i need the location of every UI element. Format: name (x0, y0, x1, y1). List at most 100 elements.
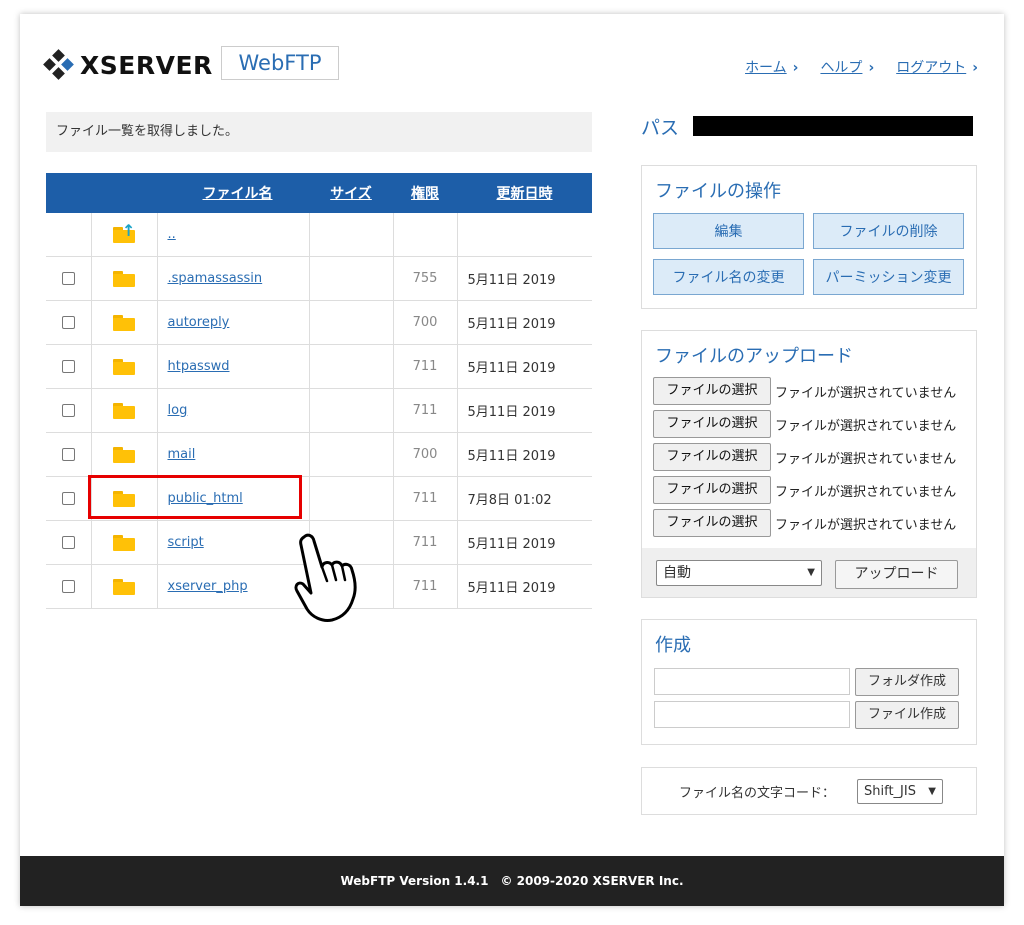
chevron-right-icon: › (868, 60, 875, 76)
logo-text: XSERVER (80, 50, 213, 80)
table-row: mail 700 5月11日 2019 (46, 432, 592, 477)
row-checkbox[interactable] (61, 448, 75, 461)
file-date: 7月8日 01:02 (457, 476, 592, 521)
choose-file-button[interactable]: ファイルの選択 (653, 410, 771, 438)
file-date: 5月11日 2019 (457, 256, 592, 301)
file-date: 5月11日 2019 (457, 564, 592, 609)
filename-encoding-select[interactable]: Shift_JIS ▼ (857, 779, 943, 804)
file-permission: 700 (393, 300, 458, 345)
nav-home[interactable]: ホーム › (745, 57, 798, 77)
create-panel: 作成 フォルダ作成 ファイル作成 (641, 619, 977, 745)
choose-file-button[interactable]: ファイルの選択 (653, 476, 771, 504)
filename-encoding-value: Shift_JIS (864, 784, 916, 799)
file-size (309, 344, 394, 389)
row-checkbox[interactable] (61, 536, 75, 549)
folder-icon (113, 402, 135, 419)
file-input-status: ファイルが選択されていません (775, 385, 957, 401)
file-name-link[interactable]: script (168, 535, 204, 550)
folder-icon (113, 314, 135, 331)
file-permission: 700 (393, 432, 458, 477)
rename-file-button[interactable]: ファイル名の変更 (653, 259, 804, 295)
choose-file-button[interactable]: ファイルの選択 (653, 443, 771, 471)
nav-logout-link[interactable]: ログアウト (896, 60, 966, 76)
row-checkbox[interactable] (61, 580, 75, 593)
path-label: パス (641, 117, 680, 139)
nav-logout[interactable]: ログアウト › (896, 57, 978, 77)
file-date: 5月11日 2019 (457, 432, 592, 477)
table-row: autoreply 700 5月11日 2019 (46, 300, 592, 345)
path-value-redacted (693, 116, 973, 136)
delete-file-button[interactable]: ファイルの削除 (813, 213, 964, 249)
nav-home-link[interactable]: ホーム (745, 60, 787, 76)
file-permission: 711 (393, 564, 458, 609)
status-message: ファイル一覧を取得しました。 (46, 112, 592, 152)
folder-icon (113, 270, 135, 287)
nav-help[interactable]: ヘルプ › (820, 57, 874, 77)
folder-icon (113, 358, 135, 375)
file-permission: 711 (393, 388, 458, 433)
file-date: 5月11日 2019 (457, 520, 592, 565)
file-input-status: ファイルが選択されていません (775, 451, 957, 467)
folder-icon (113, 446, 135, 463)
row-checkbox[interactable] (61, 272, 75, 285)
change-permission-button[interactable]: パーミッション変更 (813, 259, 964, 295)
table-row: .spamassassin 755 5月11日 2019 (46, 256, 592, 301)
sort-by-date[interactable]: 更新日時 (457, 173, 592, 213)
public-html-highlight-box (88, 475, 302, 519)
encoding-selected-value: 自動 (663, 565, 691, 581)
file-name-link[interactable]: mail (168, 447, 196, 462)
parent-folder-icon: ↑ (113, 222, 135, 243)
sort-by-name[interactable]: ファイル名 (157, 173, 309, 213)
header-checkbox-col (46, 173, 91, 213)
file-name-link[interactable]: htpasswd (168, 359, 230, 374)
row-checkbox[interactable] (61, 360, 75, 373)
xserver-logo[interactable]: XSERVER (43, 49, 213, 80)
file-input-status: ファイルが選択されていません (775, 517, 957, 533)
file-date: 5月11日 2019 (457, 300, 592, 345)
table-row: log 711 5月11日 2019 (46, 388, 592, 433)
file-size (309, 256, 394, 301)
row-checkbox[interactable] (61, 316, 75, 329)
folder-name-input[interactable] (654, 668, 850, 695)
file-name-input[interactable] (654, 701, 850, 728)
encoding-select[interactable]: 自動 ▼ (656, 560, 822, 586)
folder-icon (113, 578, 135, 595)
create-folder-button[interactable]: フォルダ作成 (855, 668, 959, 696)
file-input-status: ファイルが選択されていません (775, 418, 957, 434)
pointing-hand-icon (294, 533, 357, 622)
xserver-diamond-logo-icon (43, 49, 74, 80)
file-input-4: ファイルの選択 ファイルが選択されていません (653, 476, 956, 504)
sort-by-permission[interactable]: 権限 (393, 173, 457, 213)
upload-button[interactable]: アップロード (835, 560, 958, 589)
file-permission: 711 (393, 344, 458, 389)
choose-file-button[interactable]: ファイルの選択 (653, 377, 771, 405)
row-checkbox[interactable] (61, 404, 75, 417)
parent-directory-link[interactable]: .. (168, 227, 176, 242)
file-size (309, 300, 394, 345)
nav-help-link[interactable]: ヘルプ (820, 60, 862, 76)
table-row: htpasswd 711 5月11日 2019 (46, 344, 592, 389)
edit-button[interactable]: 編集 (653, 213, 804, 249)
file-name-link[interactable]: log (168, 403, 188, 418)
file-operations-title: ファイルの操作 (655, 181, 781, 202)
file-input-1: ファイルの選択 ファイルが選択されていません (653, 377, 956, 405)
create-file-button[interactable]: ファイル作成 (855, 701, 959, 729)
chevron-right-icon: › (972, 60, 978, 76)
sort-by-size[interactable]: サイズ (309, 173, 393, 213)
file-size (309, 432, 394, 477)
file-name-link[interactable]: .spamassassin (168, 271, 263, 286)
file-input-status: ファイルが選択されていません (775, 484, 957, 500)
page-footer: WebFTP Version 1.4.1 © 2009-2020 XSERVER… (20, 856, 1004, 906)
chevron-right-icon: › (792, 60, 799, 76)
upload-footer: 自動 ▼ アップロード (642, 548, 976, 597)
product-badge: WebFTP (221, 46, 339, 80)
table-header-row: ファイル名 サイズ 権限 更新日時 (46, 173, 592, 213)
folder-icon (113, 534, 135, 551)
file-permission: 755 (393, 256, 458, 301)
choose-file-button[interactable]: ファイルの選択 (653, 509, 771, 537)
row-checkbox[interactable] (61, 492, 75, 505)
file-name-link[interactable]: autoreply (168, 315, 230, 330)
file-name-link[interactable]: xserver_php (168, 579, 248, 594)
file-size (309, 388, 394, 433)
create-title: 作成 (655, 635, 691, 656)
